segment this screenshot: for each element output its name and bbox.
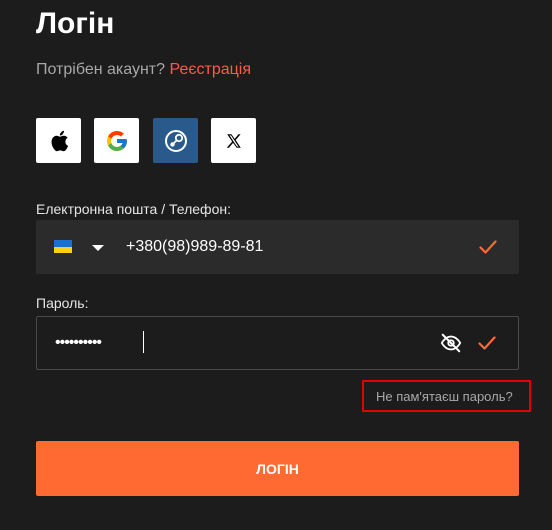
text-cursor bbox=[143, 331, 144, 353]
steam-login-button[interactable] bbox=[153, 118, 198, 163]
eye-off-icon[interactable] bbox=[440, 332, 462, 354]
password-field[interactable]: •••••••••• bbox=[36, 316, 519, 370]
password-input-value[interactable]: •••••••••• bbox=[55, 333, 102, 353]
steam-icon bbox=[164, 129, 187, 152]
apple-login-button[interactable] bbox=[36, 118, 81, 163]
page-title: Логін bbox=[36, 7, 115, 40]
forgot-password-link[interactable]: Не пам'ятаєш пароль? bbox=[376, 389, 513, 405]
x-login-button[interactable] bbox=[211, 118, 256, 163]
apple-icon bbox=[51, 130, 68, 151]
register-link[interactable]: Реєстрація bbox=[169, 61, 251, 78]
country-dropdown-chevron-icon[interactable] bbox=[92, 245, 104, 251]
password-label: Пароль: bbox=[36, 295, 89, 311]
signup-prompt: Потрібен акаунт? Реєстрація bbox=[36, 60, 251, 80]
phone-input-value[interactable]: +380(98)989-89-81 bbox=[126, 237, 263, 257]
google-icon bbox=[106, 130, 127, 151]
ukraine-flag-icon[interactable] bbox=[54, 240, 72, 253]
check-icon bbox=[478, 336, 496, 350]
x-icon bbox=[226, 133, 241, 148]
signup-prompt-text: Потрібен акаунт? bbox=[36, 61, 166, 78]
check-icon bbox=[479, 240, 497, 254]
login-page: Логін Потрібен акаунт? Реєстрація Електр… bbox=[0, 0, 552, 530]
login-button[interactable]: ЛОГІН bbox=[36, 441, 519, 496]
google-login-button[interactable] bbox=[94, 118, 139, 163]
email-phone-label: Електронна пошта / Телефон: bbox=[36, 201, 231, 217]
email-phone-field[interactable]: +380(98)989-89-81 bbox=[36, 220, 519, 274]
